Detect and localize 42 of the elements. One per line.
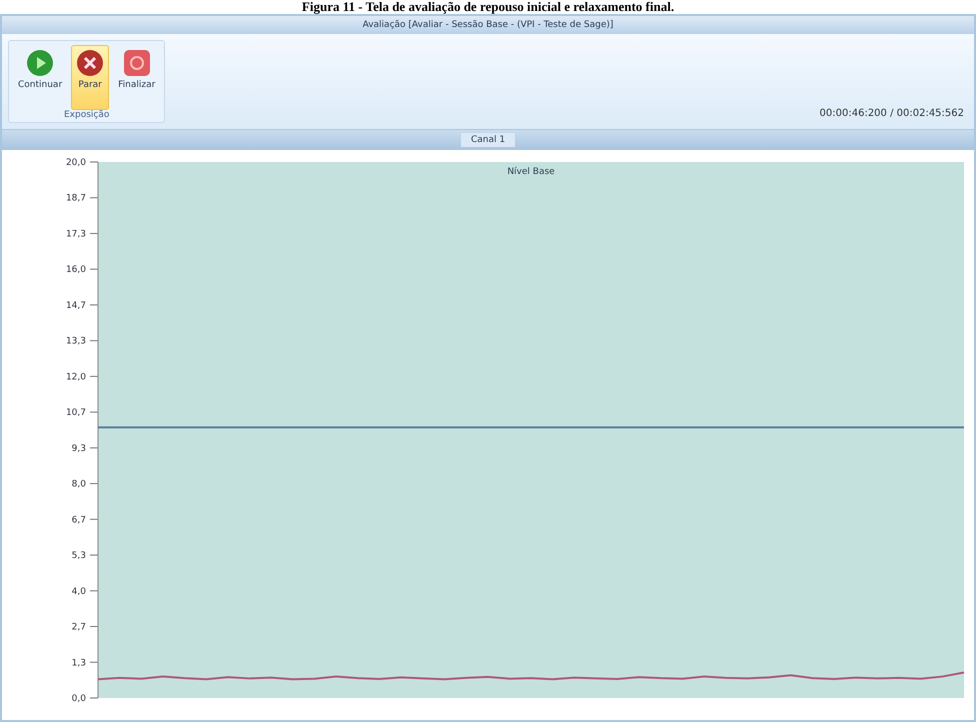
y-tick <box>90 197 98 198</box>
play-icon <box>26 49 54 77</box>
y-tick <box>90 483 98 484</box>
stop-icon <box>122 49 151 77</box>
y-tick-label: 0,0 <box>72 694 86 704</box>
y-tick <box>90 662 98 663</box>
group-label: Exposição <box>64 110 110 120</box>
toolbar-button[interactable]: Parar <box>71 45 110 110</box>
y-tick-label: 18,7 <box>66 194 86 204</box>
chart-title: Nível Base <box>507 167 555 177</box>
y-tick <box>90 304 98 306</box>
toolbar-button[interactable]: Continuar <box>13 45 68 110</box>
y-tick-label: 1,3 <box>72 658 86 668</box>
y-tick <box>90 518 98 520</box>
y-tick <box>90 268 98 270</box>
y-tick-label: 8,0 <box>72 480 86 490</box>
window-title: Avaliação [Avaliar - Sessão Base - (VPI - Teste de Sage)] <box>362 20 614 30</box>
elapsed-time: 00:00:46:200 / 00:02:45:562 <box>820 108 964 119</box>
y-tick-label: 16,0 <box>66 265 86 276</box>
y-tick-label: 12,0 <box>66 372 86 382</box>
y-tick <box>90 447 98 448</box>
y-tick <box>90 376 98 377</box>
y-tick-label: 17,3 <box>66 229 86 240</box>
y-tick-label: 20,0 <box>66 158 86 168</box>
y-tick-label: 5,3 <box>72 551 86 562</box>
y-tick-label: 4,0 <box>72 586 86 597</box>
y-tick <box>90 412 98 413</box>
y-tick <box>90 340 98 342</box>
y-tick <box>90 232 98 234</box>
y-tick-label: 13,3 <box>66 336 86 347</box>
y-tick-label: 6,7 <box>72 515 86 526</box>
y-tick-label: 14,7 <box>66 300 86 311</box>
close-icon <box>76 49 104 77</box>
y-tick-label: 10,7 <box>66 408 86 418</box>
y-tick-label: 2,7 <box>72 622 86 633</box>
figure-caption: Figura 11 - Tela de avaliação de repouso inicial e relaxamento final. <box>300 0 676 14</box>
y-tick <box>90 626 98 628</box>
y-tick-label: 9,3 <box>72 444 86 454</box>
tab[interactable]: Canal 1 <box>460 133 516 147</box>
toolbar-button[interactable]: Finalizar <box>113 45 160 110</box>
y-tick <box>90 554 98 556</box>
y-tick <box>90 590 98 592</box>
